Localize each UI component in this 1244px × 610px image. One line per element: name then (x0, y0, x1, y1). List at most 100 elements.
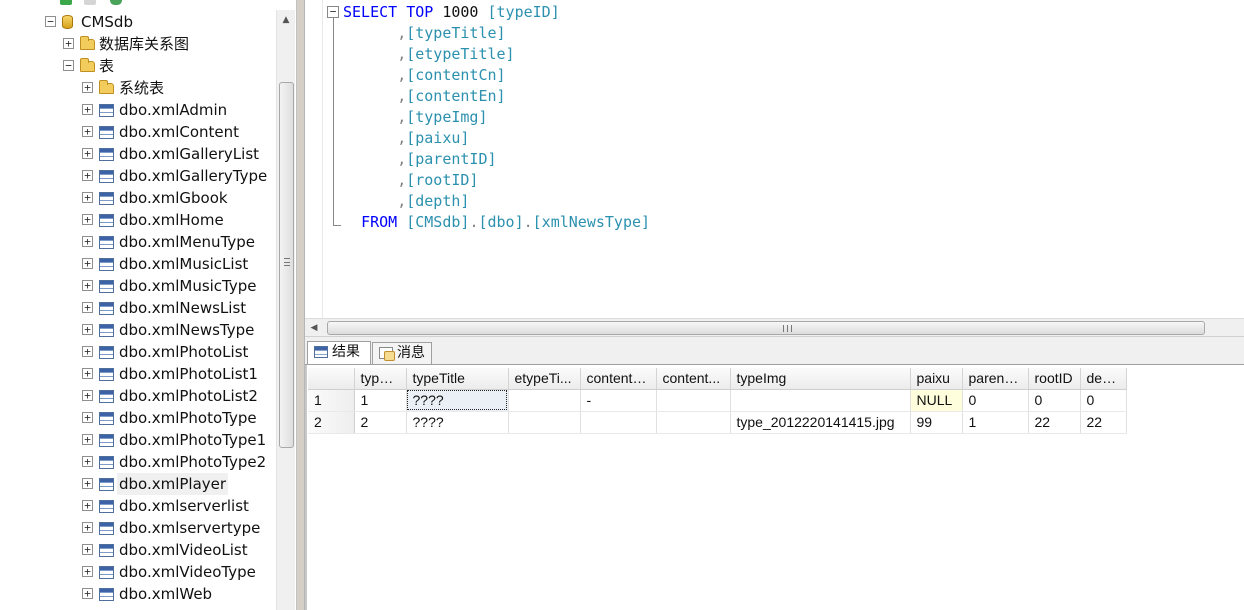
grid-cell[interactable] (508, 389, 581, 412)
expand-node-icon[interactable]: + (82, 588, 93, 599)
column-header[interactable]: paixu (910, 368, 963, 390)
tree-node-diagrams[interactable]: + 数据库关系图 (0, 33, 276, 55)
column-header[interactable]: content... (656, 368, 731, 390)
expand-node-icon[interactable]: + (82, 302, 93, 313)
grid-cell[interactable]: 1 (962, 411, 1029, 434)
expand-node-icon[interactable]: + (82, 522, 93, 533)
expand-node-icon[interactable]: + (82, 236, 93, 247)
grid-cell[interactable] (656, 389, 731, 412)
grid-cell[interactable]: 0 (1028, 389, 1081, 412)
tree-node-table[interactable]: + dbo.xmlPlayer (0, 473, 276, 495)
expand-node-icon[interactable]: + (82, 434, 93, 445)
expand-node-icon[interactable]: + (82, 104, 93, 115)
tree-node-table[interactable]: + dbo.xmlMenuType (0, 231, 276, 253)
tree-node-table[interactable]: + dbo.xmlHome (0, 209, 276, 231)
tree-node-table[interactable]: + dbo.xmlVideoType (0, 561, 276, 583)
row-number[interactable]: 1 (308, 389, 355, 412)
grid-corner[interactable] (308, 368, 355, 390)
expand-node-icon[interactable]: + (82, 214, 93, 225)
grid-cell[interactable]: 0 (1080, 389, 1127, 412)
column-header[interactable]: parentID (962, 368, 1029, 390)
column-header[interactable]: typeID (354, 368, 407, 390)
table-row[interactable]: 2 2???? type_2012220141415.jpg 99 1 22 22 (308, 411, 1127, 434)
scroll-up-arrow-icon[interactable]: ▲ (277, 10, 295, 30)
column-header[interactable]: contentCn (580, 368, 657, 390)
tree-node-system-tables[interactable]: + 系统表 (0, 77, 276, 99)
grid-cell[interactable]: 1 (354, 389, 407, 412)
disconnect-icon[interactable] (84, 0, 96, 5)
explorer-vertical-scrollbar[interactable]: ▲ (276, 10, 295, 610)
tree-node-table[interactable]: + dbo.xmlGalleryType (0, 165, 276, 187)
expand-node-icon[interactable]: + (82, 390, 93, 401)
column-header[interactable]: etypeTi... (508, 368, 581, 390)
explorer-scroll-thumb[interactable] (279, 82, 294, 448)
row-number[interactable]: 2 (308, 411, 355, 434)
grid-cell[interactable]: 22 (1028, 411, 1081, 434)
grid-cell[interactable]: ???? (406, 411, 509, 434)
expand-node-icon[interactable]: + (82, 544, 93, 555)
expand-node-icon[interactable]: + (82, 324, 93, 335)
tab-messages[interactable]: 消息 (372, 342, 432, 365)
tree-node-table[interactable]: + dbo.xmlservertype (0, 517, 276, 539)
expand-node-icon[interactable]: + (63, 38, 74, 49)
tree-node-table[interactable]: + dbo.xmlMusicType (0, 275, 276, 297)
sql-code[interactable]: SELECT TOP 1000 [typeID] ,[typeTitle] ,[… (343, 2, 650, 233)
editor-horizontal-scrollbar[interactable]: ◀ (305, 318, 1244, 336)
grid-cell[interactable] (508, 411, 581, 434)
tree-node-table[interactable]: + dbo.xmlPhotoList1 (0, 363, 276, 385)
grid-cell[interactable] (730, 389, 911, 412)
expand-node-icon[interactable]: + (82, 170, 93, 181)
tree-node-table[interactable]: + dbo.xmlGbook (0, 187, 276, 209)
tree-node-table[interactable]: + dbo.xmlserverlist (0, 495, 276, 517)
grid-cell[interactable]: 22 (1080, 411, 1127, 434)
collapse-region-icon[interactable]: − (327, 6, 339, 18)
expand-node-icon[interactable]: + (82, 126, 93, 137)
expand-node-icon[interactable]: + (82, 412, 93, 423)
collapse-node-icon[interactable]: − (45, 16, 56, 27)
tree-node-table[interactable]: + dbo.xmlVideoList (0, 539, 276, 561)
tree-node-table[interactable]: + dbo.xmlWeb (0, 583, 276, 605)
grid-cell[interactable]: ???? (406, 389, 509, 412)
expand-node-icon[interactable]: + (82, 566, 93, 577)
expand-node-icon[interactable]: + (82, 478, 93, 489)
column-header[interactable]: typeTitle (406, 368, 509, 390)
results-grid[interactable]: typeID typeTitle etypeTi... contentCn conten… (308, 368, 1127, 434)
tree-node-tables[interactable]: − 表 (0, 55, 276, 77)
expand-node-icon[interactable]: + (82, 258, 93, 269)
expand-node-icon[interactable]: + (82, 500, 93, 511)
tree-node-database[interactable]: − CMSdb (0, 11, 276, 33)
expand-node-icon[interactable]: + (82, 346, 93, 357)
expand-node-icon[interactable]: + (82, 192, 93, 203)
grid-cell[interactable]: 99 (910, 411, 963, 434)
grid-cell[interactable]: type_2012220141415.jpg (730, 411, 911, 434)
expand-node-icon[interactable]: + (82, 456, 93, 467)
tab-results[interactable]: 结果 (307, 341, 371, 365)
expand-node-icon[interactable]: + (82, 148, 93, 159)
column-header[interactable]: rootID (1028, 368, 1081, 390)
grid-cell[interactable] (656, 411, 731, 434)
connect-icon[interactable] (60, 0, 72, 5)
collapse-node-icon[interactable]: − (63, 60, 74, 71)
column-header[interactable]: depth (1080, 368, 1127, 390)
grid-cell[interactable]: NULL (910, 389, 963, 412)
scroll-left-arrow-icon[interactable]: ◀ (305, 319, 323, 337)
table-row[interactable]: 1 1???? - NULL 0 0 0 (308, 389, 1127, 412)
tree-node-table[interactable]: + dbo.xmlContent (0, 121, 276, 143)
tree-node-table[interactable]: + dbo.xmlPhotoType (0, 407, 276, 429)
query-editor[interactable]: − SELECT TOP 1000 [typeID] ,[typeTitle] … (305, 0, 1244, 318)
tree-node-table[interactable]: + dbo.xmlMusicList (0, 253, 276, 275)
grid-cell[interactable]: - (580, 389, 657, 412)
refresh-icon[interactable] (110, 0, 122, 5)
grid-cell[interactable]: 2 (354, 411, 407, 434)
expand-node-icon[interactable]: + (82, 280, 93, 291)
tree-node-table[interactable]: + dbo.xmlPhotoType2 (0, 451, 276, 473)
column-header[interactable]: typeImg (730, 368, 911, 390)
grid-cell[interactable]: 0 (962, 389, 1029, 412)
pane-splitter[interactable] (296, 0, 305, 610)
tree-node-table[interactable]: + dbo.xmlPhotoList2 (0, 385, 276, 407)
tree-node-table[interactable]: + dbo.xmlPhotoType1 (0, 429, 276, 451)
grid-cell[interactable] (580, 411, 657, 434)
tree-node-table[interactable]: + dbo.xmlAdmin (0, 99, 276, 121)
expand-node-icon[interactable]: + (82, 368, 93, 379)
expand-node-icon[interactable]: + (82, 82, 93, 93)
